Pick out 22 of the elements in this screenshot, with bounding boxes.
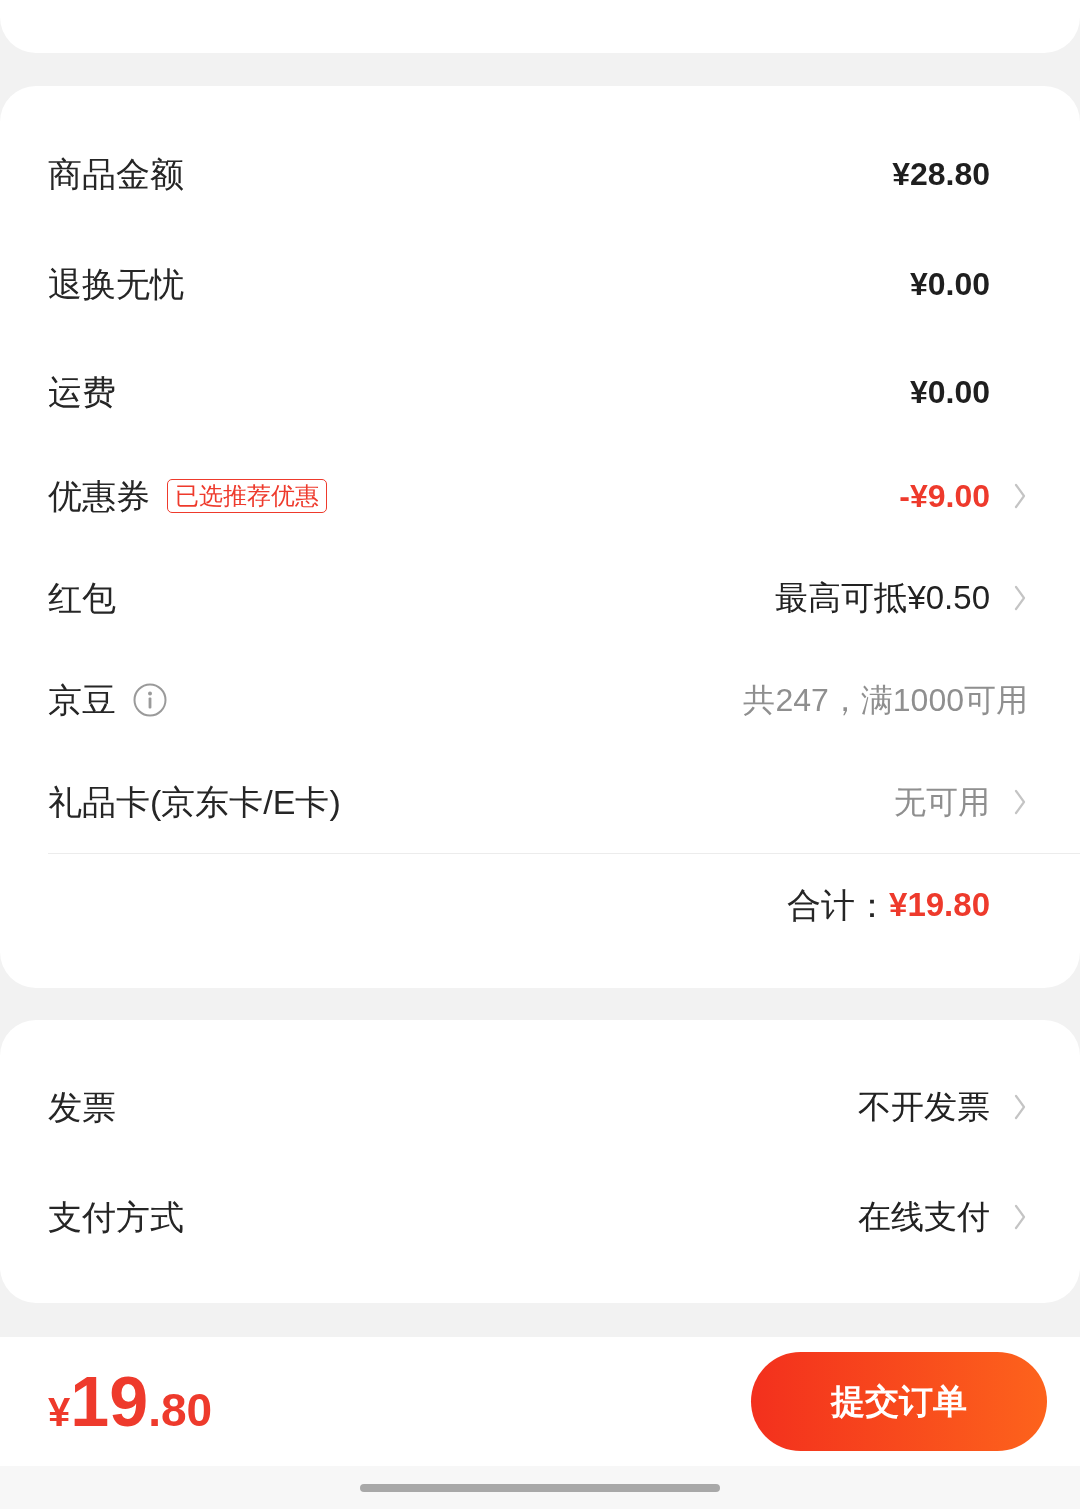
total-price: ¥19.80 bbox=[48, 1366, 213, 1437]
row-value: ¥0.00 bbox=[909, 372, 990, 412]
row-label: 商品金额 bbox=[48, 153, 184, 195]
row-label: 礼品卡(京东卡/E卡) bbox=[48, 781, 341, 823]
row-value[interactable]: 最高可抵¥0.50 bbox=[775, 578, 990, 618]
row-label: 红包 bbox=[48, 577, 116, 619]
row-label: 优惠券 bbox=[48, 475, 150, 517]
total-label: 合计： bbox=[787, 884, 890, 926]
row-value: 共247，满1000可用 bbox=[743, 680, 1028, 720]
row-value[interactable]: -¥9.00 bbox=[899, 476, 990, 516]
row-label: 运费 bbox=[48, 371, 116, 413]
recommended-tag: 已选推荐优惠 bbox=[167, 479, 327, 513]
submit-button[interactable]: 提交订单 bbox=[751, 1352, 1047, 1451]
row-label: 退换无忧 bbox=[48, 263, 184, 305]
total-amount: ¥19.80 bbox=[889, 885, 990, 925]
row-value[interactable]: 不开发票 bbox=[858, 1087, 990, 1127]
row-value: ¥28.80 bbox=[892, 154, 990, 194]
row-value: ¥0.00 bbox=[909, 264, 990, 304]
row-value[interactable]: 在线支付 bbox=[858, 1197, 990, 1237]
row-label: 支付方式 bbox=[48, 1196, 184, 1238]
row-label: 京豆 bbox=[48, 679, 116, 721]
row-label: 发票 bbox=[48, 1086, 116, 1128]
